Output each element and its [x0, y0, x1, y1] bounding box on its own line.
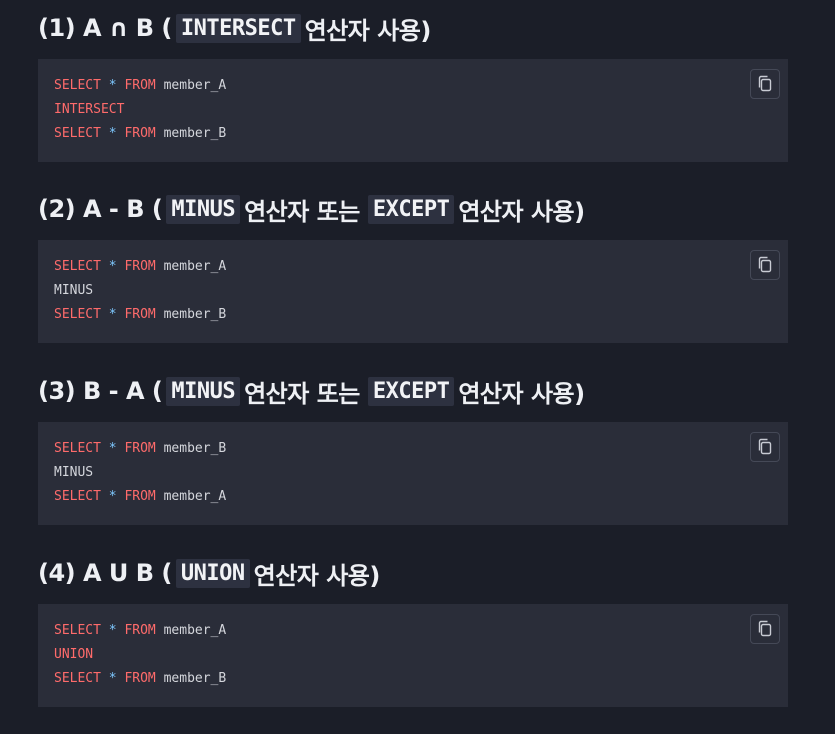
- heading-text: 연산자 또는: [244, 379, 360, 408]
- code-line: SELECT * FROM member_A: [54, 489, 227, 504]
- copy-icon: [758, 438, 772, 455]
- code-line: UNION: [54, 647, 94, 662]
- inline-code: EXCEPT: [367, 376, 455, 406]
- heading-text: 연산자 사용): [458, 379, 585, 408]
- heading-text: 연산자 사용): [304, 16, 432, 45]
- copy-button[interactable]: [750, 69, 780, 99]
- heading-prefix: (2) A - B (: [38, 195, 163, 223]
- section-heading: (3) B - A ( MINUS 연산자 또는 EXCEPT 연산자 사용): [38, 373, 585, 409]
- code-line: SELECT * FROM member_B: [54, 126, 227, 141]
- code-line: SELECT * FROM member_B: [54, 307, 227, 322]
- copy-icon: [758, 256, 772, 273]
- code-block: SELECT * FROM member_A UNION SELECT * FR…: [38, 604, 788, 707]
- section-heading: (4) A U B ( UNION 연산자 사용): [38, 555, 380, 591]
- code-line: SELECT * FROM member_B: [54, 671, 227, 686]
- code-block: SELECT * FROM member_A INTERSECT SELECT …: [38, 59, 788, 162]
- inline-code: MINUS: [166, 376, 241, 406]
- code-block: SELECT * FROM member_B MINUS SELECT * FR…: [38, 422, 788, 525]
- heading-text: 연산자 사용): [253, 561, 381, 590]
- heading-prefix: (1) A ∩ B (: [38, 14, 172, 42]
- section-heading: (2) A - B ( MINUS 연산자 또는 EXCEPT 연산자 사용): [38, 191, 585, 227]
- heading-prefix: (3) B - A (: [38, 377, 163, 405]
- copy-icon: [758, 75, 772, 92]
- copy-button[interactable]: [750, 250, 780, 280]
- code-line: SELECT * FROM member_A: [54, 623, 227, 638]
- code-line: MINUS: [54, 465, 94, 480]
- inline-code: UNION: [175, 558, 250, 588]
- heading-text: 연산자 또는: [244, 197, 360, 226]
- code-block: SELECT * FROM member_A MINUS SELECT * FR…: [38, 240, 788, 343]
- inline-code: EXCEPT: [367, 194, 455, 224]
- inline-code: MINUS: [166, 194, 241, 224]
- inline-code: INTERSECT: [175, 13, 301, 43]
- copy-icon: [758, 620, 772, 637]
- heading-text: 연산자 사용): [458, 197, 585, 226]
- copy-button[interactable]: [750, 614, 780, 644]
- code-line: SELECT * FROM member_A: [54, 259, 227, 274]
- code-line: MINUS: [54, 283, 94, 298]
- section-heading: (1) A ∩ B ( INTERSECT 연산자 사용): [38, 10, 431, 46]
- code-line: SELECT * FROM member_B: [54, 441, 227, 456]
- copy-button[interactable]: [750, 432, 780, 462]
- code-line: SELECT * FROM member_A: [54, 78, 227, 93]
- heading-prefix: (4) A U B (: [38, 559, 172, 587]
- code-line: INTERSECT: [54, 102, 125, 117]
